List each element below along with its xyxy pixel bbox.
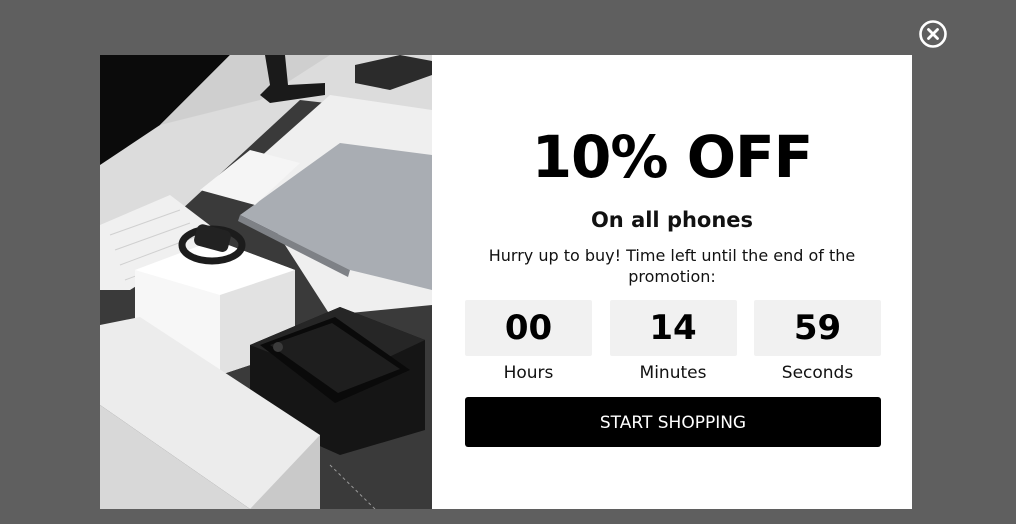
start-shopping-button[interactable]: START SHOPPING (465, 397, 881, 447)
close-button[interactable] (918, 19, 948, 49)
promo-subheadline: On all phones (590, 208, 754, 232)
countdown-timer: 00 Hours 14 Minutes 59 Seconds (465, 300, 881, 384)
countdown-value: 14 (609, 300, 737, 356)
promo-description: Hurry up to buy! Time left until the end… (488, 246, 856, 286)
promo-popup: 10% OFF On all phones Hurry up to buy! T… (100, 55, 912, 509)
countdown-label: Hours (503, 363, 554, 383)
desk-devices-image (100, 55, 432, 509)
close-circle-icon (919, 20, 947, 48)
discount-headline: 10% OFF (531, 123, 814, 191)
countdown-hours: 00 Hours (465, 300, 592, 384)
countdown-label: Minutes (639, 363, 707, 383)
countdown-label: Seconds (781, 363, 854, 383)
countdown-value: 00 (465, 300, 592, 356)
countdown-seconds: 59 Seconds (754, 300, 881, 384)
product-photo (100, 55, 432, 509)
countdown-value: 59 (754, 300, 881, 356)
countdown-minutes: 14 Minutes (609, 300, 737, 384)
promo-content: 10% OFF On all phones Hurry up to buy! T… (432, 55, 912, 509)
modal-overlay[interactable]: 10% OFF On all phones Hurry up to buy! T… (0, 0, 1016, 524)
